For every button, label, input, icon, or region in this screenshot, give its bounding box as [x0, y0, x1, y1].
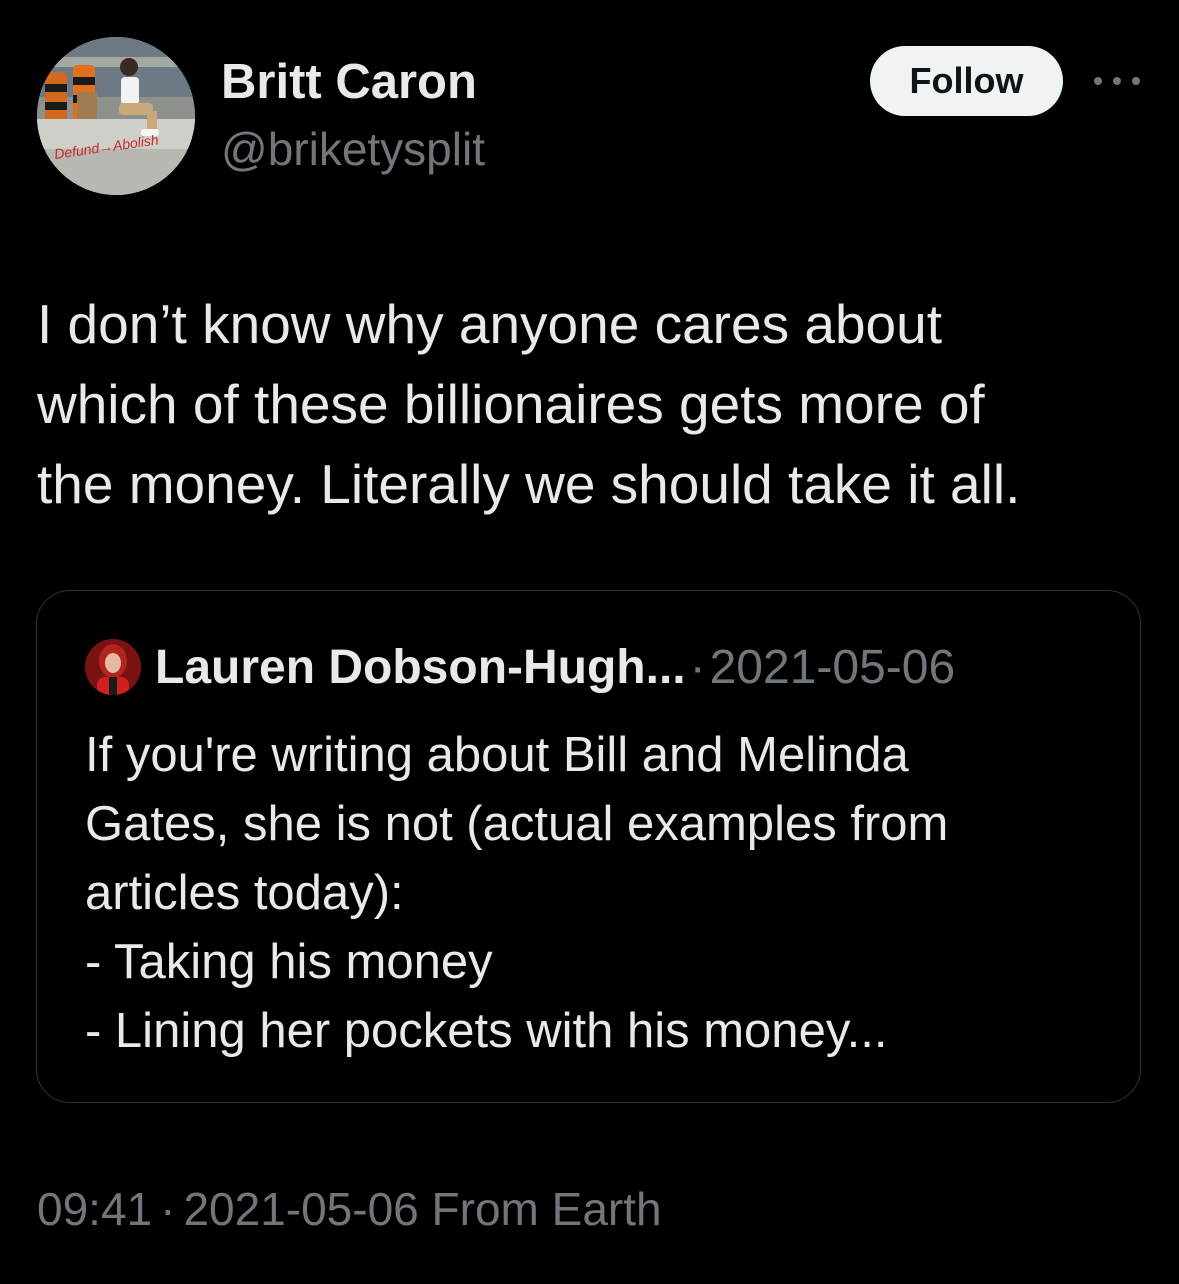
- quoted-author-avatar: [85, 639, 141, 695]
- tweet-line: the money. Literally we should take it a…: [37, 453, 1021, 515]
- author-avatar[interactable]: Defund→Abolish: [37, 37, 195, 195]
- tweet-line: which of these billionaires gets more of: [37, 373, 985, 435]
- author-name[interactable]: Britt Caron: [221, 54, 477, 110]
- tweet-meta: 09:41 · 2021-05-06 From Earth: [37, 1182, 662, 1236]
- quoted-separator: ·: [689, 641, 706, 694]
- quoted-line: Gates, she is not (actual examples from: [85, 797, 949, 851]
- quoted-author-avatar-image: [85, 639, 141, 695]
- tweet-line: I don’t know why anyone cares about: [37, 293, 943, 355]
- follow-button[interactable]: Follow: [870, 46, 1063, 116]
- meta-separator: ·: [160, 1183, 176, 1235]
- more-horizontal-icon[interactable]: [1094, 70, 1140, 92]
- quoted-line: - Lining her pockets with his money...: [85, 1004, 888, 1058]
- author-handle[interactable]: @briketysplit: [221, 122, 485, 176]
- tweet-text: I don’t know why anyone cares about whic…: [37, 284, 1147, 524]
- quoted-text: If you're writing about Bill and Melinda…: [85, 721, 1115, 1066]
- tweet-date-source: 2021-05-06 From Earth: [183, 1183, 662, 1235]
- more-dot: [1094, 77, 1102, 85]
- quoted-line: articles today):: [85, 866, 404, 920]
- quoted-header: Lauren Dobson-Hugh...·2021-05-06: [155, 637, 955, 699]
- quoted-date: 2021-05-06: [709, 641, 956, 694]
- quoted-line: - Taking his money: [85, 935, 493, 989]
- quoted-author-name[interactable]: Lauren Dobson-Hugh...: [155, 641, 686, 694]
- more-dot: [1132, 77, 1140, 85]
- quoted-tweet-card[interactable]: Lauren Dobson-Hugh...·2021-05-06 If you'…: [36, 590, 1141, 1103]
- author-avatar-image: Defund→Abolish: [37, 37, 195, 195]
- more-dot: [1113, 77, 1121, 85]
- tweet-time[interactable]: 09:41: [37, 1183, 152, 1235]
- quoted-line: If you're writing about Bill and Melinda: [85, 728, 909, 782]
